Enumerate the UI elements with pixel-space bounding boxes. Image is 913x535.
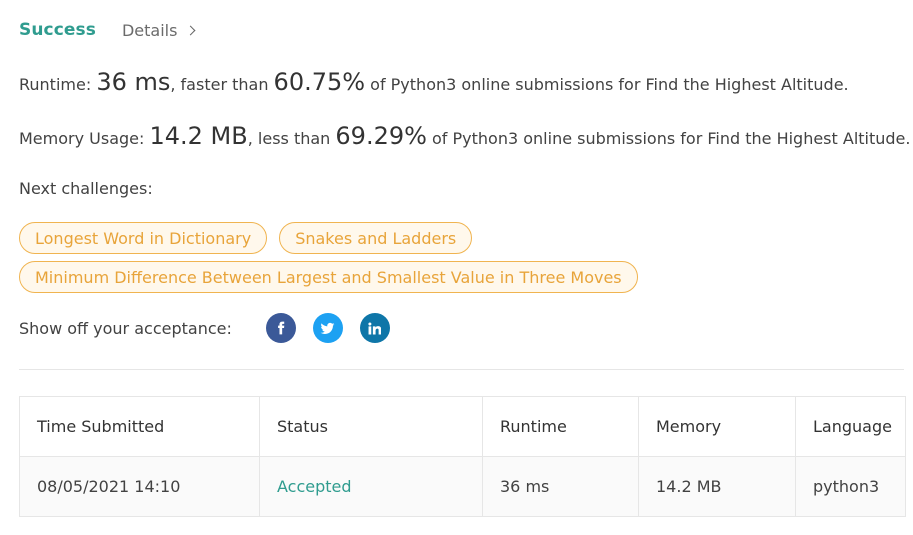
share-section: Show off your acceptance: [19, 313, 407, 343]
twitter-icon[interactable] [312, 313, 343, 343]
challenge-tag-longest-word[interactable]: Longest Word in Dictionary [19, 222, 268, 254]
memory-comparison: , less than [247, 129, 336, 148]
runtime-comparison: , faster than [170, 75, 274, 94]
runtime-value: 36 ms [96, 68, 171, 96]
table-row: 08/05/2021 14:10 Accepted 36 ms 14.2 MB … [19, 456, 906, 517]
cell-language: python3 [795, 456, 906, 517]
chevron-right-icon [185, 25, 196, 36]
next-challenges-label: Next challenges: [19, 179, 153, 198]
tag-row: Longest Word in Dictionary Snakes and La… [19, 222, 899, 254]
tag-row: Minimum Difference Between Largest and S… [19, 261, 899, 293]
social-buttons [265, 313, 407, 343]
success-status: Success [19, 20, 96, 40]
memory-label: Memory Usage: [19, 129, 150, 148]
cell-runtime: 36 ms [482, 456, 639, 517]
memory-suffix: of Python3 online submissions for Find t… [426, 129, 911, 148]
share-label: Show off your acceptance: [19, 318, 232, 338]
submission-result-page: Success Details Runtime: 36 ms, faster t… [0, 0, 913, 535]
memory-value: 14.2 MB [149, 122, 248, 150]
runtime-suffix: of Python3 online submissions for Find t… [365, 75, 849, 94]
memory-percent: 69.29% [335, 122, 427, 150]
challenge-tag-snakes-ladders[interactable]: Snakes and Ladders [279, 222, 473, 254]
details-label: Details [121, 20, 178, 40]
result-header: Success Details [19, 18, 196, 42]
challenge-tag-minimum-difference[interactable]: Minimum Difference Between Largest and S… [19, 261, 638, 293]
next-challenges-list: Longest Word in Dictionary Snakes and La… [19, 222, 899, 300]
column-header-memory: Memory [638, 396, 796, 457]
cell-status-accepted-link[interactable]: Accepted [259, 456, 483, 517]
column-header-runtime: Runtime [482, 396, 639, 457]
submissions-table: Time Submitted Status Runtime Memory Lan… [19, 396, 906, 517]
runtime-stat: Runtime: 36 ms, faster than 60.75% of Py… [19, 68, 849, 96]
column-header-language: Language [795, 396, 906, 457]
linkedin-icon[interactable] [359, 313, 390, 343]
column-header-time-submitted: Time Submitted [19, 396, 260, 457]
runtime-percent: 60.75% [273, 68, 366, 96]
cell-memory: 14.2 MB [638, 456, 796, 517]
details-link[interactable]: Details [121, 20, 196, 40]
column-header-status: Status [259, 396, 483, 457]
submissions-table-wrapper: Time Submitted Status Runtime Memory Lan… [19, 396, 906, 517]
cell-time-submitted: 08/05/2021 14:10 [19, 456, 260, 517]
table-header-row: Time Submitted Status Runtime Memory Lan… [19, 396, 906, 457]
runtime-label: Runtime: [19, 75, 97, 94]
facebook-icon[interactable] [265, 313, 296, 343]
memory-stat: Memory Usage: 14.2 MB, less than 69.29% … [19, 122, 910, 150]
section-divider [19, 369, 904, 370]
